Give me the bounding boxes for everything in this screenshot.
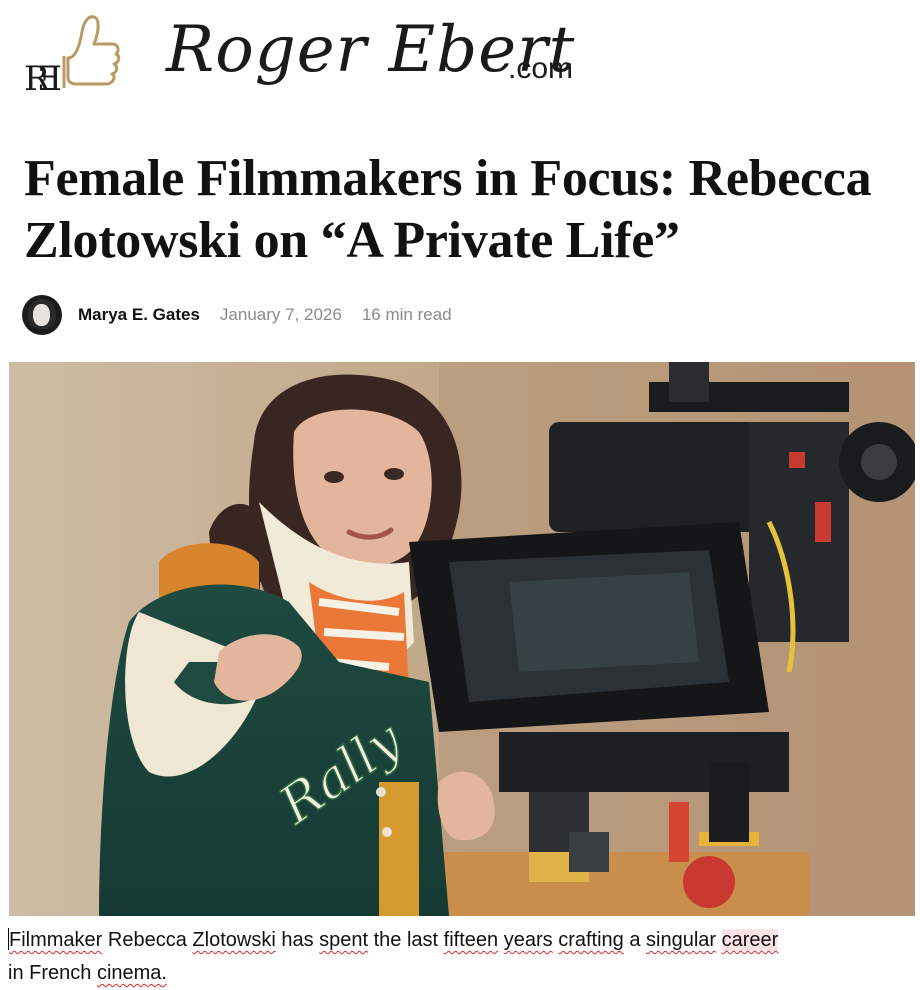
text-run: has <box>275 929 320 951</box>
spellcheck-word[interactable]: crafting <box>558 929 624 951</box>
publish-date: January 7, 2026 <box>219 305 342 324</box>
spellcheck-word[interactable]: Filmmaker <box>9 929 102 951</box>
text-run <box>716 929 722 951</box>
article-intro-text[interactable]: Filmmaker Rebecca Zlotowski has spent th… <box>8 924 908 990</box>
director-with-film-camera-photo: Rally <box>9 362 915 916</box>
spellcheck-word[interactable]: fifteen <box>444 929 498 951</box>
spellcheck-word[interactable]: years <box>504 929 553 951</box>
logo-tld: .com <box>508 52 574 85</box>
author-name[interactable]: Marya E. Gates <box>78 305 200 325</box>
spellcheck-word[interactable]: Zlotowski <box>192 929 275 951</box>
highlighted-spellcheck-word[interactable]: career <box>721 929 779 951</box>
spellcheck-word[interactable]: cinema <box>97 962 161 984</box>
site-logo[interactable]: R E Roger Ebert .com <box>24 4 584 100</box>
spellcheck-word[interactable]: singular <box>646 929 716 951</box>
article-headline: Female Filmmakers in Focus: Rebecca Zlot… <box>24 150 872 269</box>
text-run: in French <box>8 962 97 984</box>
read-time: 16 min read <box>361 305 452 324</box>
text-run: a <box>623 929 647 951</box>
text-run: Rebecca <box>102 929 193 951</box>
text-run: . <box>161 962 167 984</box>
byline: Marya E. Gates January 7, 2026 16 min re… <box>22 294 452 336</box>
svg-text:E: E <box>37 59 62 99</box>
thumbs-up-icon: R E <box>24 15 121 99</box>
author-avatar[interactable] <box>22 295 62 335</box>
text-run: the last <box>368 929 444 951</box>
spellcheck-word[interactable]: spent <box>319 929 368 951</box>
